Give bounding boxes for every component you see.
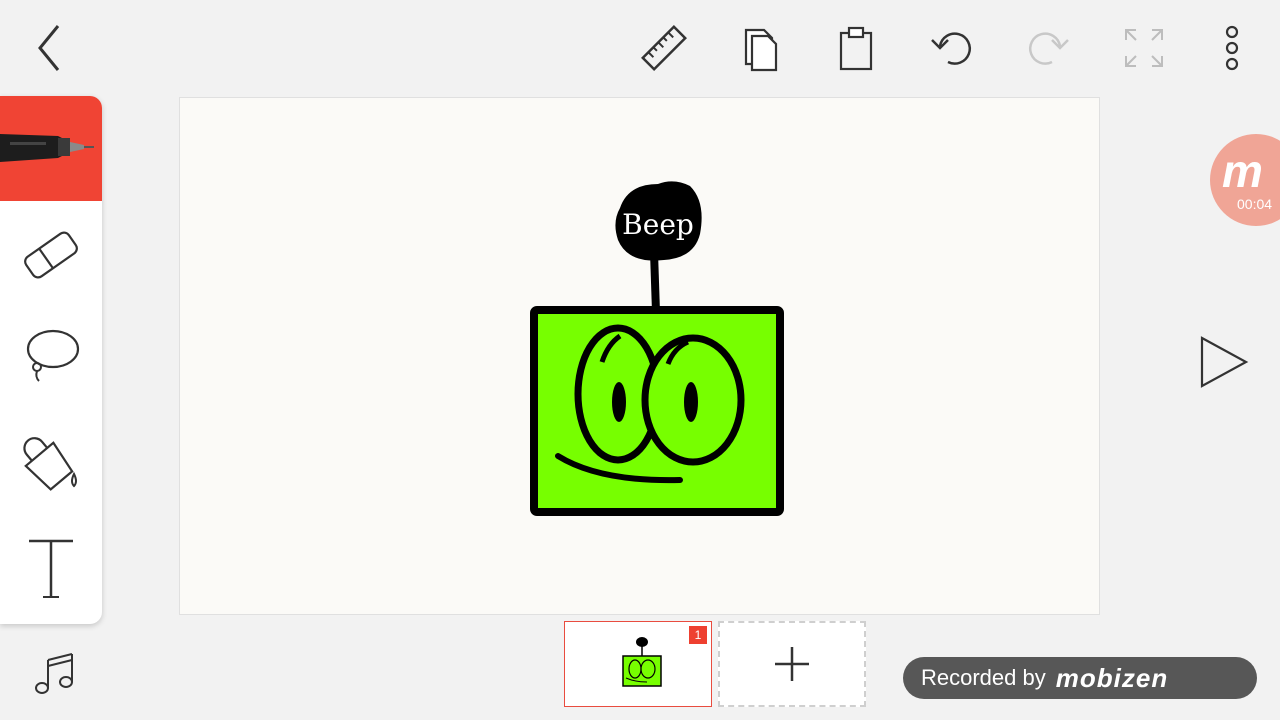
- eraser-icon: [21, 225, 81, 285]
- paint-bucket-icon: [20, 432, 82, 494]
- mobizen-recording-bubble[interactable]: m 00:04: [1210, 134, 1280, 226]
- fullscreen-button[interactable]: [1118, 22, 1170, 74]
- right-pupil: [684, 382, 698, 422]
- ruler-button[interactable]: [638, 22, 690, 74]
- music-note-icon: [30, 648, 80, 698]
- music-button[interactable]: [30, 648, 80, 698]
- left-pupil: [612, 382, 626, 422]
- tool-text[interactable]: [0, 528, 102, 610]
- mobizen-brand: mobizen: [1055, 662, 1169, 693]
- undo-icon: [928, 24, 976, 72]
- undo-button[interactable]: [926, 22, 978, 74]
- recording-timer: 00:04: [1237, 196, 1273, 212]
- add-frame-button[interactable]: [718, 621, 866, 707]
- tool-lasso[interactable]: [0, 314, 102, 396]
- frame-thumbnail-1[interactable]: 1: [564, 621, 712, 707]
- frame-number-badge: 1: [689, 626, 707, 644]
- paste-button[interactable]: [830, 22, 882, 74]
- more-button[interactable]: [1206, 22, 1258, 74]
- drawing-canvas[interactable]: Beep: [179, 97, 1100, 615]
- back-icon: [30, 22, 70, 74]
- tool-panel: [0, 96, 102, 624]
- back-button[interactable]: [24, 22, 76, 74]
- more-vertical-icon: [1222, 22, 1242, 74]
- speech-text: Beep: [622, 208, 694, 241]
- recorded-by-label: Recorded by: [921, 665, 1046, 690]
- tool-eraser[interactable]: [0, 214, 102, 296]
- text-icon: [21, 535, 81, 603]
- play-icon: [1196, 334, 1252, 390]
- tool-pen[interactable]: [0, 96, 102, 201]
- robot-drawing: Beep: [530, 181, 784, 516]
- play-button[interactable]: [1196, 334, 1252, 390]
- lasso-icon: [21, 325, 81, 385]
- recorded-by-watermark: Recorded by mobizen: [903, 657, 1257, 699]
- copy-button[interactable]: [734, 22, 786, 74]
- expand-icon: [1122, 26, 1166, 70]
- plus-icon: [772, 644, 812, 684]
- redo-icon: [1024, 24, 1072, 72]
- redo-button[interactable]: [1022, 22, 1074, 74]
- ruler-icon: [640, 24, 688, 72]
- pen-icon: [0, 96, 102, 201]
- tool-fill[interactable]: [0, 422, 102, 504]
- mobizen-logo: m: [1222, 145, 1263, 197]
- clipboard-icon: [836, 24, 876, 72]
- copy-icon: [738, 24, 782, 72]
